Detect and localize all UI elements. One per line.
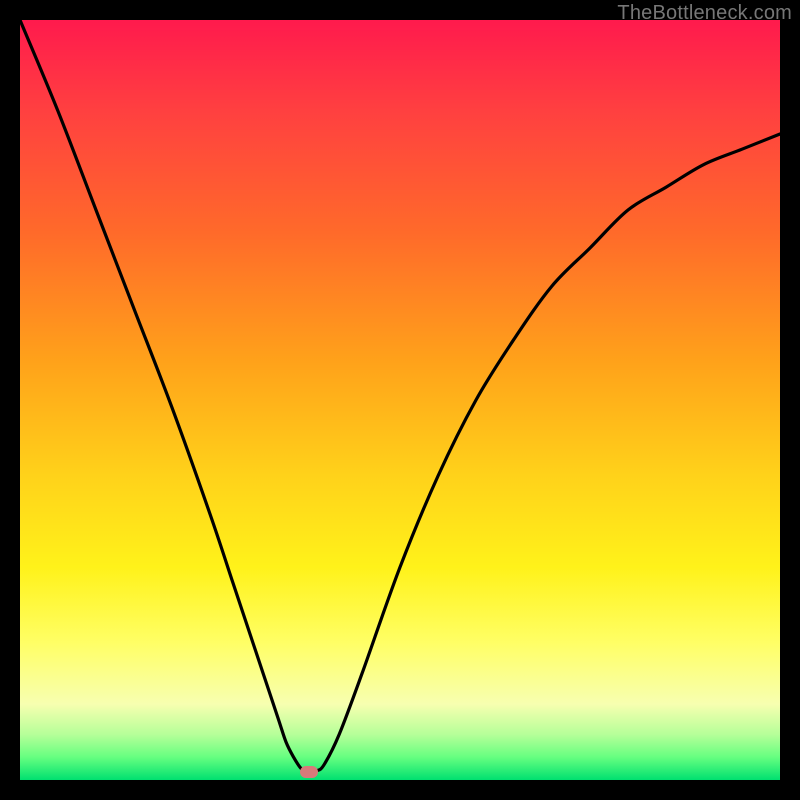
curve-svg: [20, 20, 780, 780]
plot-area: [20, 20, 780, 780]
selection-marker: [300, 766, 318, 778]
chart-frame: TheBottleneck.com: [0, 0, 800, 800]
bottleneck-curve: [20, 20, 780, 773]
